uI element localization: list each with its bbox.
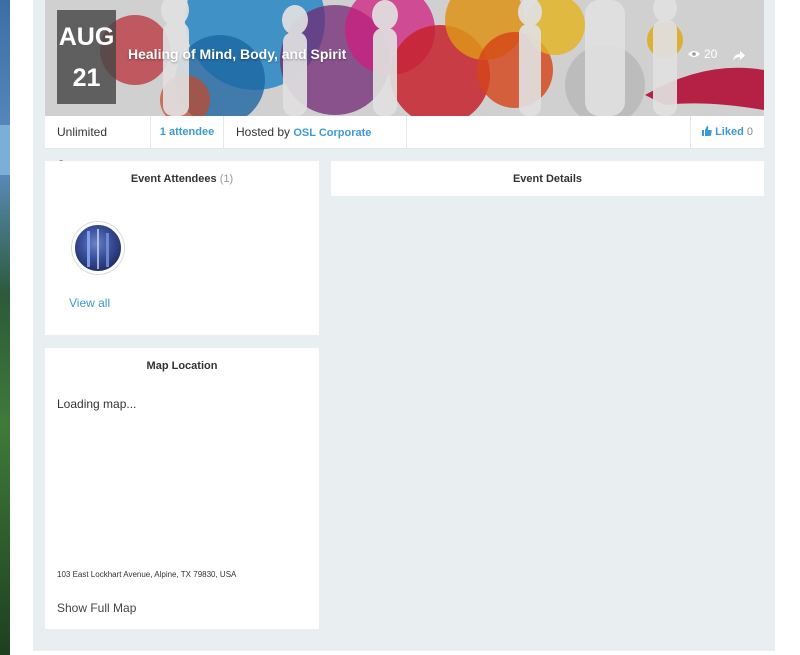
seats-info: Unlimited Seats <box>45 116 151 172</box>
share-icon <box>733 51 745 61</box>
background-strip <box>0 0 10 655</box>
host-info: Hosted by OSL Corporate Office <box>224 116 407 173</box>
attendees-count: (1) <box>219 173 234 185</box>
attendee-avatar[interactable] <box>72 222 124 274</box>
event-month: AUG <box>58 23 115 51</box>
like-button[interactable]: Liked 0 <box>690 116 764 148</box>
event-details-title: Event Details <box>512 173 583 185</box>
event-page: AUG 21 Healing of Mind, Body, and Spirit… <box>33 0 775 651</box>
event-title[interactable]: Healing of Mind, Body, and Spirit <box>128 46 346 62</box>
event-cover-banner: AUG 21 Healing of Mind, Body, and Spirit… <box>45 0 764 116</box>
show-full-map-link[interactable]: Show Full Map <box>57 601 136 615</box>
hosted-by-label: Hosted by <box>236 125 291 139</box>
share-button[interactable] <box>733 48 745 66</box>
event-address: 103 East Lockhart Avenue, Alpine, TX 798… <box>57 570 237 579</box>
view-count: 20 <box>688 47 717 61</box>
page-bottom-edge <box>33 651 775 655</box>
event-date-badge: AUG 21 <box>57 10 116 104</box>
event-details-panel: Event Details <box>331 161 764 196</box>
event-day: 21 <box>72 64 101 92</box>
thumbs-up-icon <box>702 126 712 136</box>
attendees-panel-title: Event Attendees (1) <box>130 173 234 185</box>
map-loading-text: Loading map... <box>57 397 137 411</box>
view-all-attendees-link[interactable]: View all <box>69 296 110 310</box>
event-info-bar: Unlimited Seats 1 attendee Hosted by OSL… <box>45 116 764 173</box>
event-attendees-panel: Event Attendees (1) View all <box>45 161 319 335</box>
eye-icon <box>688 51 700 57</box>
liked-count: 0 <box>746 126 753 138</box>
view-count-value: 20 <box>704 47 718 61</box>
map-location-title: Map Location <box>146 360 218 372</box>
liked-label: Liked <box>715 126 744 138</box>
attendee-count-link[interactable]: 1 attendee <box>151 116 224 148</box>
map-location-panel: Map Location Loading map... 103 East Loc… <box>45 348 319 629</box>
